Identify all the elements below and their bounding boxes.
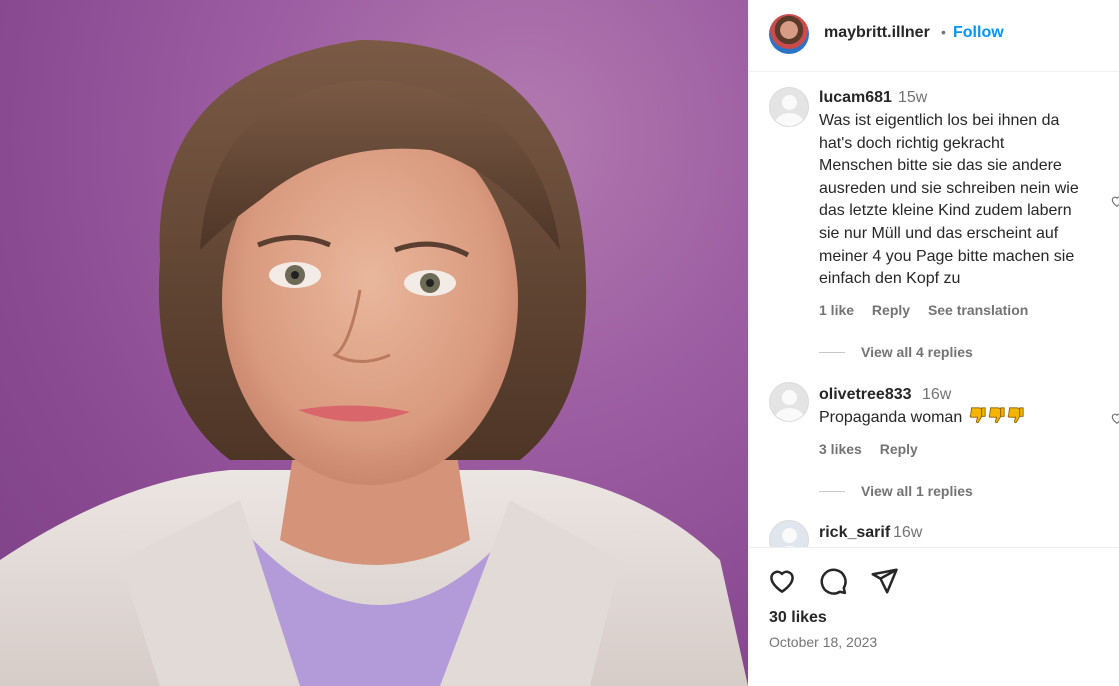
thumbs-down-icon bbox=[1007, 407, 1024, 424]
post-side-panel: maybritt.illner • Follow lucam681 15w Wa… bbox=[748, 0, 1119, 686]
view-replies-link[interactable]: View all 1 replies bbox=[861, 483, 973, 499]
commenter-avatar[interactable] bbox=[769, 520, 809, 547]
post-likes-count[interactable]: 30 likes bbox=[769, 609, 827, 627]
comment-reply-button[interactable]: Reply bbox=[880, 441, 918, 457]
comment-text-line: Was ist eigentlich los bei ihnen da bbox=[819, 112, 1060, 129]
comment-text: Propaganda woman bbox=[819, 406, 1099, 430]
author-avatar[interactable] bbox=[769, 14, 809, 54]
portrait-illustration bbox=[0, 40, 748, 686]
post-date[interactable]: October 18, 2023 bbox=[769, 634, 877, 650]
comment-text-body: Propaganda woman bbox=[819, 409, 963, 426]
comment-text-line: ausreden und sie schreiben nein wie bbox=[819, 179, 1079, 197]
comment-text-line: Menschen bitte sie das sie andere bbox=[819, 157, 1062, 175]
replies-divider bbox=[819, 491, 845, 492]
post-image[interactable] bbox=[0, 0, 748, 686]
comment-text-line: sie nur Müll und das erscheint auf bbox=[819, 224, 1059, 242]
comment-like-heart-icon[interactable] bbox=[1110, 194, 1119, 208]
post-header: maybritt.illner • Follow bbox=[748, 0, 1119, 72]
commenter-avatar[interactable] bbox=[769, 87, 809, 127]
comment-meta: 3 likes Reply bbox=[819, 441, 932, 457]
follow-button[interactable]: Follow bbox=[953, 24, 1004, 42]
comment-username[interactable]: lucam681 bbox=[819, 89, 892, 107]
replies-divider bbox=[819, 352, 845, 353]
comment-like-heart-icon[interactable] bbox=[1110, 411, 1119, 425]
header-separator: • bbox=[941, 24, 946, 40]
author-username[interactable]: maybritt.illner bbox=[824, 24, 930, 42]
comment-text-line: meiner 4 you Page bitte machen sie bbox=[819, 247, 1075, 265]
see-translation-link[interactable]: See translation bbox=[928, 302, 1028, 318]
commenter-avatar[interactable] bbox=[769, 382, 809, 422]
comment-meta: 1 like Reply See translation bbox=[819, 302, 1042, 318]
comment-icon[interactable] bbox=[818, 566, 848, 596]
view-replies-link[interactable]: View all 4 replies bbox=[861, 344, 973, 360]
comments-list[interactable]: lucam681 15w Was ist eigentlich los bei … bbox=[748, 73, 1119, 547]
comment-text-line: einfach den Kopf zu bbox=[819, 270, 961, 288]
thumbs-down-icon bbox=[969, 407, 986, 424]
comment-text: Was ist eigentlich los bei ihnen da hat'… bbox=[819, 110, 1099, 291]
comment-username[interactable]: olivetree833 bbox=[819, 386, 912, 404]
comment-text-line: das letzte kleine Kind zudem labern bbox=[819, 202, 1072, 220]
comment-likes[interactable]: 1 like bbox=[819, 302, 854, 318]
share-icon[interactable] bbox=[869, 566, 899, 596]
comment-time[interactable]: 15w bbox=[898, 89, 927, 107]
comment-reply-button[interactable]: Reply bbox=[872, 302, 910, 318]
thumbs-down-icon bbox=[988, 407, 1005, 424]
comment-username[interactable]: rick_sarif bbox=[819, 524, 890, 542]
comment-time[interactable]: 16w bbox=[922, 386, 951, 404]
comment-likes[interactable]: 3 likes bbox=[819, 441, 862, 457]
post-actions: 30 likes October 18, 2023 bbox=[748, 547, 1119, 686]
comment-text-line: hat's doch richtig gekracht bbox=[819, 134, 1005, 152]
comment-time[interactable]: 16w bbox=[893, 524, 922, 542]
heart-icon[interactable] bbox=[767, 566, 797, 596]
